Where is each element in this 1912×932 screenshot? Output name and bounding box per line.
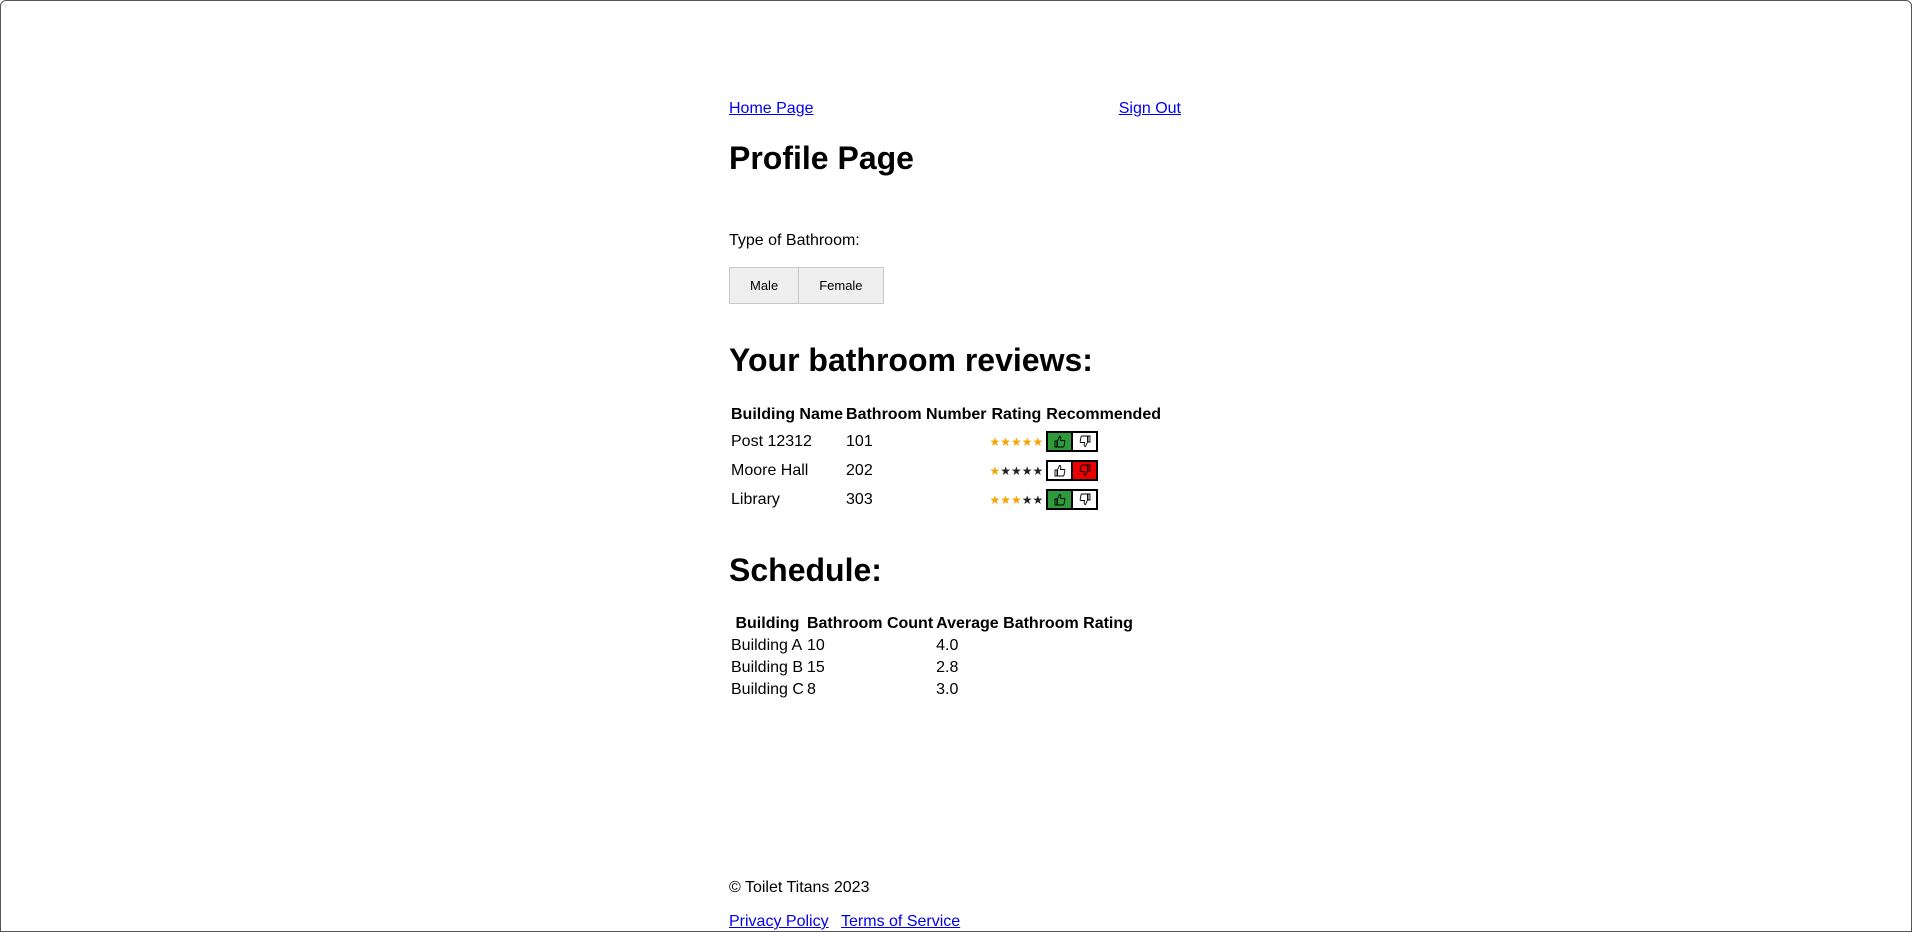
star-icon: ★ [1032, 434, 1044, 449]
review-building-name: Post 12312 [731, 432, 812, 450]
sign-out-link[interactable]: Sign Out [1119, 100, 1181, 118]
header-recommended: Recommended [1046, 406, 1161, 423]
star-icon: ★ [1021, 492, 1033, 507]
star-icon: ★ [1000, 492, 1011, 507]
schedule-header-row: Building Bathroom Count Average Bathroom… [731, 614, 1133, 634]
schedule-average-rating: 4.0 [936, 637, 959, 654]
star-icon: ★ [989, 492, 1001, 507]
schedule-building: Building C [731, 681, 804, 698]
thumbs-down-icon[interactable] [1071, 488, 1099, 510]
reviews-table: Building Name Bathroom Number Rating Rec… [728, 401, 1164, 516]
star-icon: ★ [1021, 434, 1033, 449]
home-page-link[interactable]: Home Page [729, 100, 814, 118]
star-icon: ★ [1011, 434, 1022, 449]
star-icon: ★ [1011, 463, 1022, 478]
schedule-row: Building C 8 3.0 [731, 680, 1133, 700]
top-nav: Home Page Sign Out [729, 100, 1181, 120]
review-rating: ★★★★★ [989, 429, 1043, 454]
schedule-average-rating: 3.0 [936, 681, 959, 698]
male-button[interactable]: Male [729, 267, 800, 304]
review-recommended [1046, 458, 1161, 483]
review-row: Library 303 ★★★★★ [731, 487, 1161, 512]
star-icon: ★ [1000, 463, 1011, 478]
review-bathroom-number: 101 [846, 432, 873, 450]
thumbs-up-icon[interactable] [1046, 488, 1074, 510]
schedule-bathroom-count: 10 [806, 637, 825, 654]
star-icon: ★ [1000, 434, 1011, 449]
schedule-building: Building B [731, 659, 804, 676]
header-bathroom-count: Bathroom Count [806, 615, 934, 632]
header-rating: Rating [991, 406, 1042, 423]
terms-of-service-link[interactable]: Terms of Service [841, 913, 960, 930]
star-icon: ★ [989, 463, 1001, 478]
review-building-name: Library [731, 490, 780, 508]
bathroom-type-buttons: Male Female [729, 267, 884, 304]
thumbs-up-icon[interactable] [1046, 459, 1074, 481]
star-rating: ★★★★★ [989, 464, 1043, 478]
bathroom-type-label: Type of Bathroom: [729, 232, 860, 249]
star-icon: ★ [1032, 463, 1044, 478]
star-rating: ★★★★★ [989, 493, 1043, 507]
header-bathroom-number: Bathroom Number [846, 406, 987, 423]
review-rating: ★★★★★ [989, 487, 1043, 512]
thumbs-down-icon[interactable] [1071, 430, 1099, 452]
schedule-table: Building Bathroom Count Average Bathroom… [728, 612, 1136, 702]
header-building: Building [735, 615, 800, 632]
star-icon: ★ [1011, 492, 1022, 507]
schedule-building: Building A [731, 637, 803, 654]
reviews-header-row: Building Name Bathroom Number Rating Rec… [731, 405, 1161, 425]
review-recommended [1046, 487, 1161, 512]
female-button[interactable]: Female [798, 267, 884, 304]
review-bathroom-number: 202 [846, 461, 873, 479]
copyright-text: © Toilet Titans 2023 [729, 879, 870, 896]
header-building-name: Building Name [731, 406, 844, 423]
page-title: Profile Page [729, 140, 914, 176]
review-rating: ★★★★★ [989, 458, 1043, 483]
schedule-average-rating: 2.8 [936, 659, 959, 676]
review-recommended [1046, 429, 1161, 454]
schedule-bathroom-count: 8 [806, 681, 816, 698]
schedule-bathroom-count: 15 [806, 659, 825, 676]
recommend-toggle [1046, 430, 1099, 452]
thumbs-up-icon[interactable] [1046, 430, 1074, 452]
schedule-row: Building B 15 2.8 [731, 658, 1133, 678]
thumbs-down-icon[interactable] [1071, 459, 1099, 481]
star-icon: ★ [1032, 492, 1044, 507]
review-row: Moore Hall 202 ★★★★★ [731, 458, 1161, 483]
star-rating: ★★★★★ [989, 435, 1043, 449]
review-row: Post 12312 101 ★★★★★ [731, 429, 1161, 454]
schedule-row: Building A 10 4.0 [731, 636, 1133, 656]
recommend-toggle [1046, 488, 1099, 510]
privacy-policy-link[interactable]: Privacy Policy [729, 913, 829, 930]
recommend-toggle [1046, 459, 1099, 481]
star-icon: ★ [989, 434, 1001, 449]
review-bathroom-number: 303 [846, 490, 873, 508]
footer-links: Privacy Policy Terms of Service [729, 913, 960, 931]
review-building-name: Moore Hall [731, 461, 809, 479]
reviews-heading: Your bathroom reviews: [729, 342, 1093, 378]
star-icon: ★ [1021, 463, 1033, 478]
schedule-heading: Schedule: [729, 552, 882, 588]
header-average-rating: Average Bathroom Rating [936, 615, 1133, 632]
